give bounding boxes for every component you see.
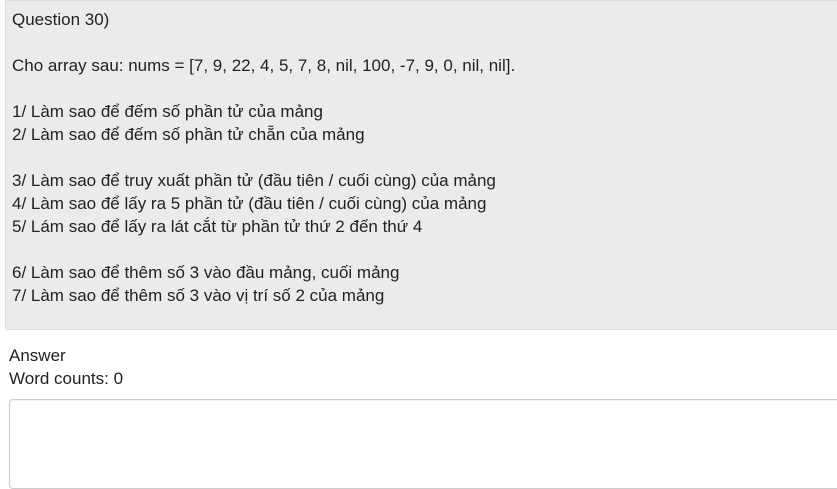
question-item: 1/ Làm sao để đếm số phần tử của mảng xyxy=(12,102,323,121)
question-item: 4/ Làm sao để lấy ra 5 phần tử (đầu tiên… xyxy=(12,194,487,213)
answer-label: Answer xyxy=(9,346,66,365)
question-title: Question 30) xyxy=(12,10,110,29)
question-item: 5/ Lám sao để lấy ra lát cắt từ phần tử … xyxy=(12,217,423,236)
question-item: 6/ Làm sao để thêm số 3 vào đầu mảng, cu… xyxy=(12,263,400,282)
word-count: Word counts: 0 xyxy=(9,369,124,388)
question-item: 7/ Làm sao để thêm số 3 vào vị trí số 2 … xyxy=(12,286,385,305)
question-item: 2/ Làm sao để đếm số phần tử chẵn của mả… xyxy=(12,125,365,144)
question-item: 3/ Làm sao để truy xuất phần tử (đầu tiê… xyxy=(12,171,496,190)
question-panel: Question 30) Cho array sau: nums = [7, 9… xyxy=(5,0,837,330)
question-content: Question 30) Cho array sau: nums = [7, 9… xyxy=(12,8,837,307)
question-intro: Cho array sau: nums = [7, 9, 22, 4, 5, 7… xyxy=(12,56,516,75)
answer-textarea[interactable] xyxy=(9,399,837,489)
